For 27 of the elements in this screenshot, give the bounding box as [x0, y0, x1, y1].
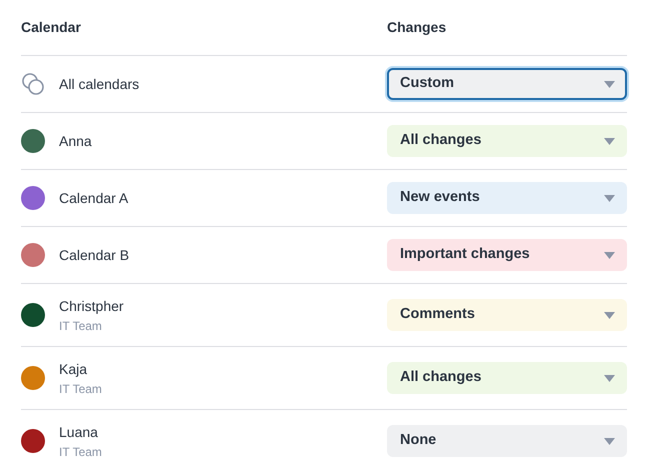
team-label: IT Team [59, 318, 103, 334]
calendar-name: Calendar A [59, 188, 128, 208]
changes-dropdown[interactable]: New events [387, 182, 627, 214]
caret-icon [604, 80, 615, 88]
changes-dropdown[interactable]: Comments [387, 299, 627, 331]
caret-icon [604, 138, 615, 144]
changes-dropdown[interactable]: All changes [387, 362, 627, 394]
changes-dropdown[interactable]: Important changes [387, 239, 627, 271]
changes-dropdown[interactable]: All changes [387, 125, 627, 157]
team-label: IT Team [59, 380, 102, 398]
calendar-name: Calendar B [59, 246, 130, 264]
caret-icon [604, 438, 615, 444]
column-header: Changes [387, 18, 446, 37]
overlapping-circles-icon [21, 72, 45, 96]
caret-icon [604, 194, 615, 202]
calendar-name: Kaja [59, 360, 88, 379]
caret-icon [604, 312, 615, 318]
caret-icon [604, 252, 615, 258]
calendar-name: All calendars [59, 74, 140, 94]
calendar-name: Anna [59, 132, 92, 150]
calendar-name: Christpher [59, 296, 124, 316]
changes-dropdown[interactable]: None [387, 425, 627, 457]
caret-icon [604, 374, 615, 382]
team-label: IT Team [59, 444, 102, 460]
calendar-name: Luana [59, 422, 99, 442]
changes-dropdown[interactable]: Custom [387, 68, 627, 100]
column-header: Calendar [21, 18, 81, 37]
